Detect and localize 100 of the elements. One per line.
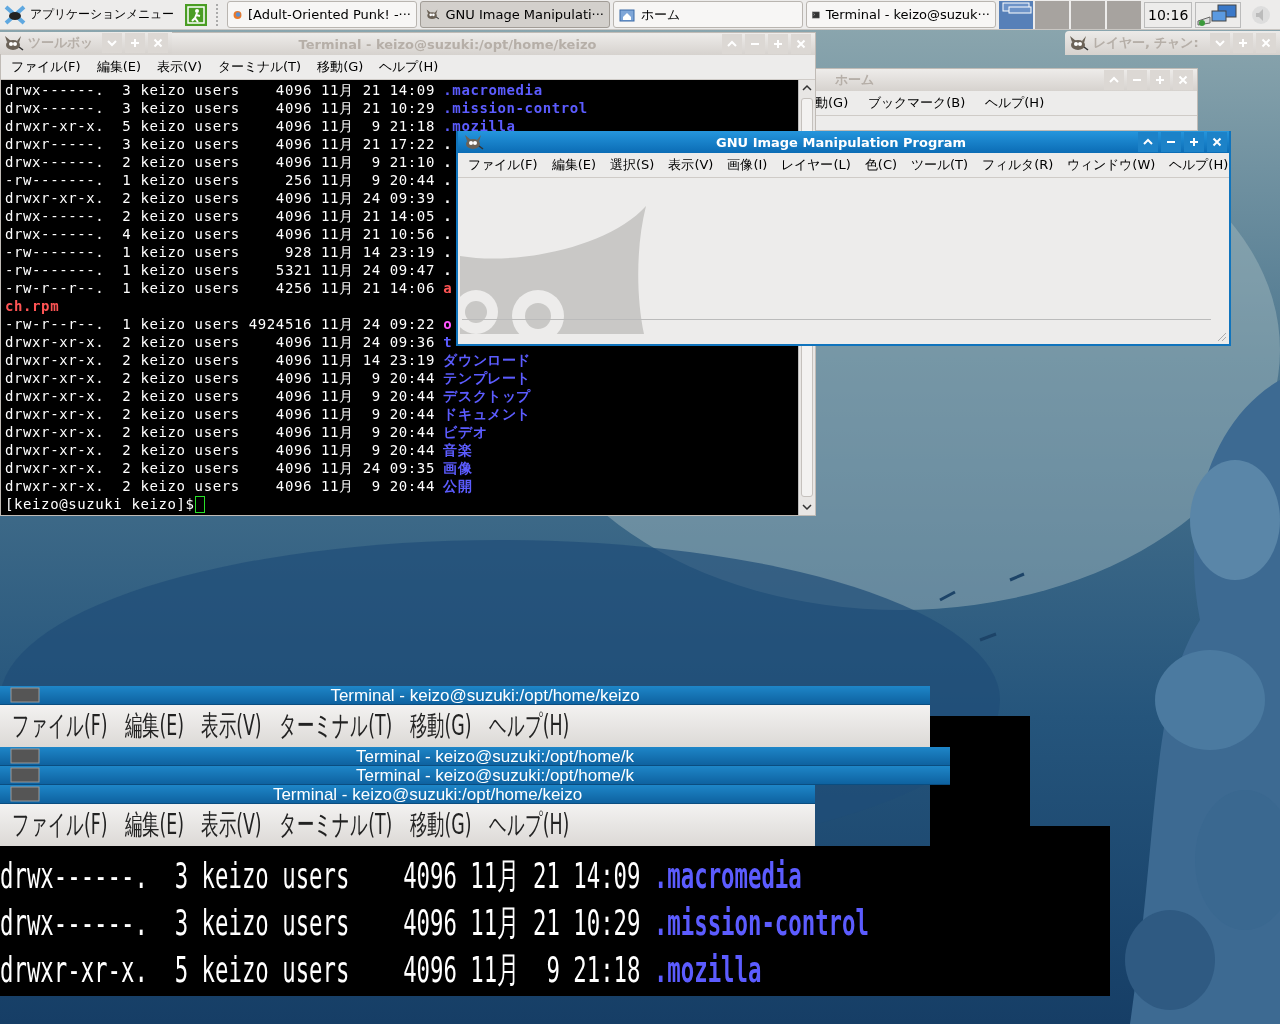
window-menu-button[interactable] xyxy=(102,33,122,53)
speaker-icon[interactable] xyxy=(1250,3,1273,26)
menu-item[interactable]: 編集(E) xyxy=(124,707,185,745)
shade-button[interactable] xyxy=(1138,132,1158,152)
file-name: o xyxy=(443,315,453,333)
file-listing: drwx------. 2 keizo users 4096 11月 9 21:10 xyxy=(5,153,435,171)
file-name: . xyxy=(443,243,453,261)
terminal-icon xyxy=(10,687,40,703)
menu-item[interactable]: ファイル(F) xyxy=(12,707,108,745)
menu-item[interactable]: 編集(E) xyxy=(124,806,185,844)
window-title: GNU Image Manipulation Program xyxy=(715,134,967,150)
menu-item[interactable]: 表示(V) xyxy=(201,806,262,844)
close-icon xyxy=(153,38,163,48)
taskbar-button[interactable]: [Adult-Oriented Punk! -··· xyxy=(227,1,417,28)
application-menu-button[interactable]: アプリケーションメニュー xyxy=(0,0,178,29)
menu-item[interactable]: 動(G) xyxy=(815,94,849,112)
taskbar-button[interactable]: GNU Image Manipulati··· xyxy=(420,1,610,28)
file-name: t xyxy=(443,333,453,351)
file-listing: drwxr-xr-x. 2 keizo users 4096 11月 24 09:36 xyxy=(5,333,435,351)
taskbar-button[interactable]: ホーム xyxy=(613,1,803,28)
network-button[interactable] xyxy=(1195,1,1242,28)
menu-item[interactable]: フィルタ(R) xyxy=(982,156,1054,174)
chevron-down-icon xyxy=(1215,39,1225,47)
file-name: ドキュメント xyxy=(443,405,531,423)
menu-item[interactable]: レイヤー(L) xyxy=(781,156,851,174)
file-name: . xyxy=(443,225,453,243)
minimize-button[interactable] xyxy=(1161,132,1181,152)
file-name: . xyxy=(443,171,453,189)
file-name: .macromedia xyxy=(653,854,802,898)
close-button[interactable] xyxy=(1207,132,1227,152)
menu-item[interactable]: ブックマーク(B) xyxy=(868,94,966,112)
file-name: . xyxy=(443,153,453,171)
minimize-icon xyxy=(1132,78,1142,82)
menu-item[interactable]: ヘルプ(H) xyxy=(985,94,1045,112)
menu-item[interactable]: ファイル(F) xyxy=(12,806,108,844)
file-listing: -rw-------. 1 keizo users 928 11月 14 23:19 xyxy=(5,243,435,261)
menu-item[interactable]: 表示(V) xyxy=(668,156,714,174)
file-listing: drwxr-xr-x. 5 keizo users 4096 11月 9 21:18 xyxy=(0,948,641,992)
menu-item[interactable]: 色(C) xyxy=(864,156,898,174)
file-name: a xyxy=(443,279,453,297)
file-listing: drwxr-xr-x. 2 keizo users 4096 11月 9 20:44 xyxy=(5,441,435,459)
minimize-icon xyxy=(750,42,760,46)
file-listing: drwxr-xr-x. 2 keizo users 4096 11月 9 20:44 xyxy=(5,405,435,423)
workspace-button[interactable] xyxy=(1035,0,1069,29)
clock[interactable]: 10:16 xyxy=(1144,1,1193,28)
window-menu-button[interactable] xyxy=(1210,33,1230,53)
file-listing: -rw-------. 1 keizo users 256 11月 9 20:44 xyxy=(5,171,435,189)
terminal-icon xyxy=(10,786,40,802)
file-listing: drwxr-xr-x. 2 keizo users 4096 11月 24 09:35 xyxy=(5,459,435,477)
plus-icon xyxy=(773,39,783,49)
menu-item[interactable]: 編集(E) xyxy=(96,58,141,76)
file-name: ビデオ xyxy=(443,423,488,441)
menu-item[interactable]: ターミナル(T) xyxy=(218,58,302,76)
close-icon xyxy=(1178,75,1188,85)
menu-item[interactable]: ヘルプ(H) xyxy=(488,707,570,745)
window-title: Terminal - keizo@suzuki:/opt/home/keizo xyxy=(297,36,598,52)
chevron-up-icon xyxy=(1143,138,1153,146)
menu-item[interactable]: 表示(V) xyxy=(201,707,262,745)
terminal-icon xyxy=(10,767,40,783)
menu-item[interactable]: 編集(E) xyxy=(551,156,596,174)
file-listing: drwxr-----. 3 keizo users 4096 11月 21 17:22 xyxy=(5,135,435,153)
menu-item[interactable]: ターミナル(T) xyxy=(278,707,393,745)
menu-item[interactable]: ファイル(F) xyxy=(11,58,81,76)
workspace-button[interactable] xyxy=(1107,0,1141,29)
workspace-button[interactable] xyxy=(999,0,1033,29)
file-name: 公開 xyxy=(443,477,473,495)
workspace-button[interactable] xyxy=(1071,0,1105,29)
maximize-button[interactable] xyxy=(1184,132,1204,152)
file-name: . xyxy=(443,135,453,153)
file-listing: drwx------. 3 keizo users 4096 11月 21 14:09 xyxy=(5,81,435,99)
plus-icon xyxy=(1155,75,1165,85)
menu-item[interactable]: ターミナル(T) xyxy=(278,806,393,844)
scroll-down-icon[interactable] xyxy=(801,501,813,513)
minimize-icon xyxy=(1166,140,1176,144)
menu-item[interactable]: 画像(I) xyxy=(727,156,768,174)
menu-item[interactable]: ヘルプ(H) xyxy=(1169,156,1229,174)
mascot-icon xyxy=(4,35,24,51)
menu-item[interactable]: 移動(G) xyxy=(409,707,472,745)
file-listing: -rw-r--r--. 1 keizo users 4256 11月 21 14:06 xyxy=(5,279,435,297)
menu-item[interactable]: 移動(G) xyxy=(409,806,472,844)
taskbar-button[interactable]: Terminal - keizo@suzuk··· xyxy=(806,1,996,28)
resize-grip-icon[interactable] xyxy=(1217,332,1227,342)
mascot-icon xyxy=(426,7,440,22)
menu-item[interactable]: 移動(G) xyxy=(317,58,364,76)
file-name: . xyxy=(443,207,453,225)
file-listing: drwxr-xr-x. 2 keizo users 4096 11月 24 09:39 xyxy=(5,189,435,207)
menu-item[interactable]: ファイル(F) xyxy=(468,156,538,174)
file-name: .mission-control xyxy=(653,901,869,945)
plus-icon xyxy=(1238,38,1248,48)
file-listing: drwxr-xr-x. 2 keizo users 4096 11月 14 23:19 xyxy=(5,351,435,369)
menu-item[interactable]: 表示(V) xyxy=(157,58,203,76)
file-listing: drwxr-xr-x. 2 keizo users 4096 11月 9 20:44 xyxy=(5,369,435,387)
file-name: 画像 xyxy=(443,459,473,477)
menu-item[interactable]: ツール(T) xyxy=(911,156,969,174)
file-name: テンプレート xyxy=(443,369,531,387)
menu-item[interactable]: ヘルプ(H) xyxy=(379,58,439,76)
menu-item[interactable]: 選択(S) xyxy=(610,156,655,174)
close-icon xyxy=(1212,137,1222,147)
menu-item[interactable]: ウィンドウ(W) xyxy=(1067,156,1156,174)
menu-item[interactable]: ヘルプ(H) xyxy=(488,806,570,844)
